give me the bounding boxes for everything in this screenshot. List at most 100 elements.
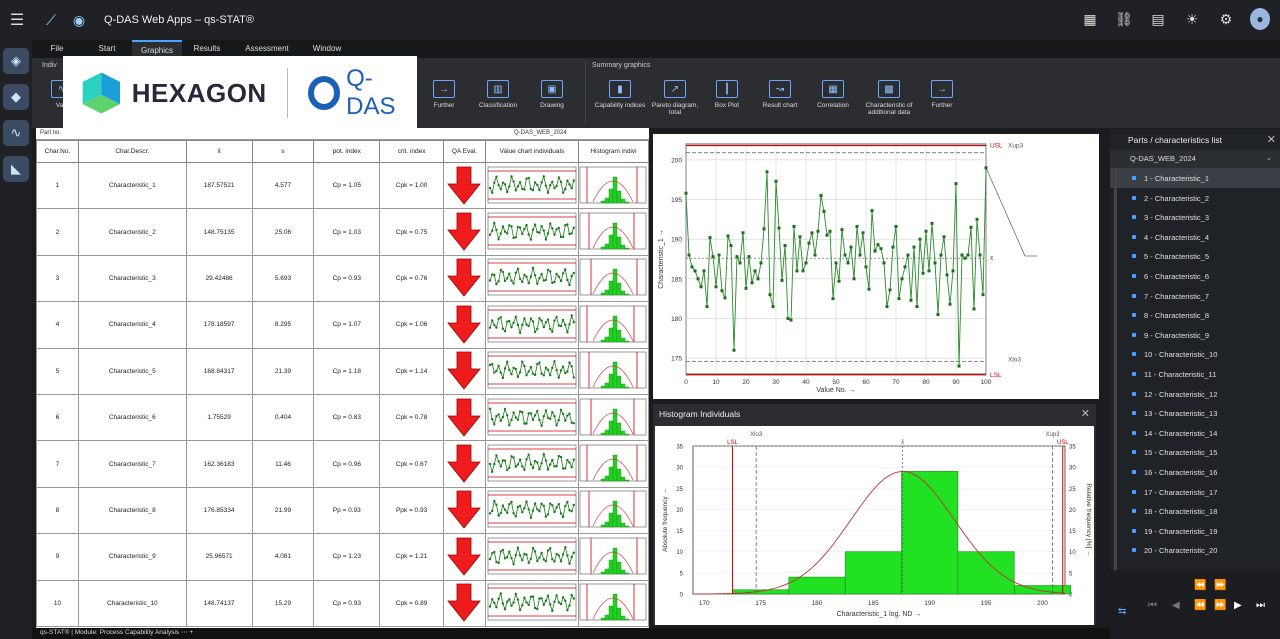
tree-item[interactable]: 1 - Characteristic_1: [1110, 168, 1280, 188]
tree-item[interactable]: 17 - Characteristic_17: [1110, 482, 1280, 502]
mini-value-chart[interactable]: [484, 208, 579, 256]
mini-histogram[interactable]: [577, 579, 649, 627]
column-header[interactable]: pot. index: [313, 140, 381, 163]
correlation-button[interactable]: ▦ Correlation: [805, 78, 861, 126]
forward-icon[interactable]: ⏩: [1214, 600, 1226, 611]
mini-value-chart[interactable]: [484, 440, 579, 488]
tree-item[interactable]: 16 - Characteristic_16: [1110, 462, 1280, 482]
table-row[interactable]: 1 Characteristic_1 187.57521 4.577 Cp = 1.05…: [36, 161, 649, 210]
tree-item[interactable]: 6 - Characteristic_6: [1110, 266, 1280, 286]
further-left-button[interactable]: → Further: [416, 78, 472, 126]
box-plot-button[interactable]: ┃ Box Plot: [699, 78, 755, 126]
tree-item[interactable]: 2 - Characteristic_2: [1110, 188, 1280, 208]
mini-value-chart[interactable]: [484, 161, 579, 210]
rail-chart-icon[interactable]: ∿: [3, 120, 29, 146]
column-header[interactable]: x̄: [185, 140, 253, 163]
drawing-button[interactable]: ▣ Drawing: [524, 78, 580, 126]
table-row[interactable]: 8 Characteristic_8 176.85334 21.99 Pp = 0.93…: [36, 486, 649, 535]
filter-icon[interactable]: ⇆: [1118, 606, 1126, 617]
tree-item[interactable]: 14 - Characteristic_14: [1110, 423, 1280, 443]
add-tab-icon[interactable]: +: [189, 629, 193, 636]
tree-item[interactable]: 18 - Characteristic_18: [1110, 501, 1280, 521]
tree-item[interactable]: 20 - Characteristic_20: [1110, 540, 1280, 560]
next-icon[interactable]: ⏩: [1214, 580, 1226, 591]
scrollbar[interactable]: [1114, 168, 1117, 608]
tree-item[interactable]: 12 - Characteristic_12: [1110, 384, 1280, 404]
tree-item[interactable]: 4 - Characteristic_4: [1110, 227, 1280, 247]
mini-histogram[interactable]: [577, 533, 649, 581]
tree-item[interactable]: 15 - Characteristic_15: [1110, 442, 1280, 462]
brightness-icon[interactable]: ☀: [1182, 8, 1202, 30]
prev-icon[interactable]: ⏪: [1194, 580, 1206, 591]
column-header[interactable]: Value chart individuals: [484, 140, 579, 163]
mini-value-chart[interactable]: [484, 579, 579, 627]
table-row[interactable]: 10 Characteristic_10 148.74137 15.29 Cp = 0.…: [36, 579, 649, 627]
tree-item[interactable]: 13 - Characteristic_13: [1110, 403, 1280, 423]
histogram-chart[interactable]: 0 05 510 1015 1520 2025 2530 3035 35170 175 180 185…: [655, 426, 1094, 625]
table-row[interactable]: 6 Characteristic_6 1.75529 0.404 Cp = 0.83 Cp…: [36, 393, 649, 442]
next-step-icon[interactable]: ▶: [1234, 600, 1242, 611]
tree-root[interactable]: Q-DAS_WEB_2024 ⌄: [1110, 150, 1280, 168]
capability-indices-button[interactable]: ▮ Capability indices: [592, 78, 648, 126]
mini-value-chart[interactable]: [484, 254, 579, 303]
prev-step-icon[interactable]: ◀: [1172, 600, 1180, 611]
chevron-down-icon[interactable]: ⌄: [1266, 153, 1272, 162]
table-row[interactable]: 5 Characteristic_5 168.84317 21.39 Cp = 1.18…: [36, 347, 649, 395]
tree-item[interactable]: 9 - Characteristic_9: [1110, 325, 1280, 345]
mini-histogram[interactable]: [577, 161, 649, 210]
column-header[interactable]: s: [251, 140, 315, 163]
column-header[interactable]: Char.Descr.: [77, 140, 187, 163]
mini-histogram[interactable]: [577, 254, 649, 303]
table-row[interactable]: 3 Characteristic_3 29.42486 5.693 Cp = 0.93 C…: [36, 254, 649, 303]
additional-data-button[interactable]: ▩ Characteristic of additional data: [858, 78, 920, 126]
mini-histogram[interactable]: [577, 393, 649, 442]
tree-item[interactable]: 7 - Characteristic_7: [1110, 286, 1280, 306]
table-row[interactable]: 4 Characteristic_4 178.18597 8.295 Cp = 1.07…: [36, 301, 649, 349]
mini-histogram[interactable]: [577, 301, 649, 349]
data-point: [945, 273, 949, 277]
pareto-button[interactable]: ↗ Pareto diagram, total: [647, 78, 703, 126]
apps-grid-icon[interactable]: ▦: [1080, 8, 1100, 30]
tree-item[interactable]: 19 - Characteristic_19: [1110, 521, 1280, 541]
rail-robot-icon[interactable]: ◆: [3, 84, 29, 110]
last-icon[interactable]: ⏭: [1256, 600, 1265, 611]
tree-item[interactable]: 5 - Characteristic_5: [1110, 246, 1280, 266]
mini-histogram[interactable]: [577, 208, 649, 256]
further-summary-button[interactable]: → Further: [914, 78, 970, 126]
close-panel-icon[interactable]: ✕: [1267, 133, 1276, 146]
document-icon[interactable]: ▤: [1148, 8, 1168, 30]
mini-value-chart[interactable]: [484, 486, 579, 535]
data-point: [795, 269, 799, 273]
link-icon[interactable]: ⛓: [1114, 8, 1134, 30]
mini-histogram[interactable]: [577, 486, 649, 535]
result-chart-button[interactable]: ↝ Result chart: [752, 78, 808, 126]
table-row[interactable]: 9 Characteristic_9 25.96571 4.081 Cp = 1.23 C…: [36, 533, 649, 581]
mini-value-chart[interactable]: [484, 393, 579, 442]
value-chart[interactable]: 175 180 185 190 195 200 0 10 20 30 40 50 60 70 80 90 100…: [653, 134, 1099, 399]
tree-item[interactable]: 8 - Characteristic_8: [1110, 305, 1280, 325]
mini-value-chart[interactable]: [484, 347, 579, 395]
mini-value-chart[interactable]: [484, 301, 579, 349]
table-row[interactable]: 7 Characteristic_7 162.36183 11.46 Cp = 0.96…: [36, 440, 649, 488]
column-header[interactable]: crit. index: [379, 140, 444, 163]
data-point: [894, 224, 898, 228]
tree-item[interactable]: 11 - Characteristic_11: [1110, 364, 1280, 384]
close-icon[interactable]: ✕: [1081, 407, 1090, 420]
rewind-icon[interactable]: ⏪: [1194, 600, 1206, 611]
column-header[interactable]: Histogram indivi: [577, 140, 649, 163]
mini-histogram[interactable]: [577, 440, 649, 488]
tree-item[interactable]: 10 - Characteristic_10: [1110, 344, 1280, 364]
avatar[interactable]: ●: [1250, 8, 1270, 30]
column-header[interactable]: QA Eval.: [442, 140, 486, 163]
first-icon[interactable]: ⏮: [1148, 600, 1157, 611]
rail-shape-icon[interactable]: ◣: [3, 156, 29, 182]
menu-icon[interactable]: ☰: [0, 10, 34, 30]
mini-value-chart[interactable]: [484, 533, 579, 581]
column-header[interactable]: Char.No.: [36, 140, 79, 163]
gear-icon[interactable]: ⚙: [1216, 8, 1236, 30]
mini-histogram[interactable]: [577, 347, 649, 395]
table-row[interactable]: 2 Characteristic_2 148.75135 25.06 Cp = 1.03…: [36, 208, 649, 256]
classification-button[interactable]: ▥ Classification: [470, 78, 526, 126]
rail-fish-icon[interactable]: ◈: [3, 48, 29, 74]
tree-item[interactable]: 3 - Characteristic_3: [1110, 207, 1280, 227]
